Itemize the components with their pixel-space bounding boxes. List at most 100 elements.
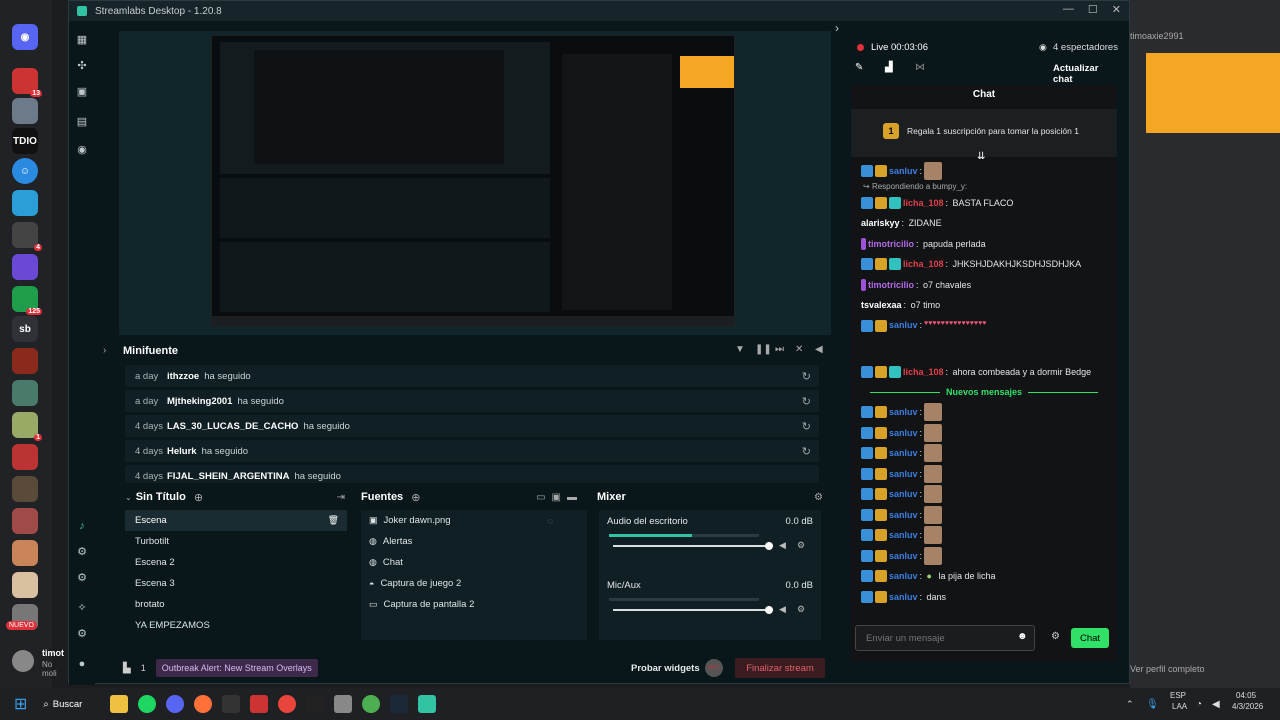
chat-message[interactable]: sanluv:: [851, 402, 1117, 423]
skip-icon[interactable]: ⏭: [775, 344, 784, 355]
chat-message[interactable]: timotricilio: papuda perlada: [851, 234, 1117, 255]
replay-icon[interactable]: ↻: [802, 395, 811, 408]
chat-input[interactable]: [855, 625, 1035, 651]
app-icon[interactable]: [249, 695, 268, 713]
tools-icon[interactable]: ⚙: [75, 545, 89, 559]
clock-time[interactable]: 04:05: [1236, 691, 1256, 700]
chat-message[interactable]: tsvalexaa: o7 timo: [851, 295, 1117, 316]
file-explorer-icon[interactable]: [109, 695, 128, 713]
chrome-icon[interactable]: [277, 695, 296, 713]
expand-chevron-icon[interactable]: ›: [103, 345, 106, 356]
chat-settings-icon[interactable]: ⚙: [1051, 631, 1060, 642]
settings-taskbar-icon[interactable]: [333, 695, 352, 713]
chat-message[interactable]: sanluv:: [851, 525, 1117, 546]
discord-taskbar-icon[interactable]: [165, 695, 184, 713]
emoji-icon[interactable]: ☻: [1017, 631, 1028, 642]
test-widgets-button[interactable]: Probar widgets: [631, 663, 700, 674]
chat-user[interactable]: licha_108: [903, 367, 944, 377]
refresh-chat-button[interactable]: Actualizar chat: [1053, 63, 1119, 85]
close-button[interactable]: ✕: [1112, 3, 1121, 16]
scene-item[interactable]: Escena 2: [125, 552, 347, 573]
volume-slider[interactable]: [613, 606, 773, 614]
profile-icon[interactable]: ●: [75, 657, 89, 671]
server-icon-6[interactable]: [12, 254, 38, 280]
chat-user[interactable]: sanluv: [889, 489, 918, 499]
server-icon-sb[interactable]: sb: [12, 316, 38, 342]
chat-message[interactable]: sanluv:: [851, 546, 1117, 567]
server-icon-13[interactable]: [12, 508, 38, 534]
pinned-message[interactable]: 1 Regala 1 suscripción para tomar la pos…: [851, 109, 1117, 162]
language[interactable]: ESP: [1170, 691, 1186, 700]
spotify-icon[interactable]: [137, 695, 156, 713]
epic-games-icon[interactable]: [305, 695, 324, 713]
keyboard-layout[interactable]: LAA: [1172, 702, 1187, 711]
minimize-button[interactable]: —: [1063, 3, 1074, 16]
maximize-button[interactable]: ☐: [1088, 3, 1098, 16]
chat-message[interactable]: sanluv: ● la pija de licha: [851, 566, 1117, 587]
mail-icon[interactable]: [221, 695, 240, 713]
add-scene-icon[interactable]: ⊕: [194, 491, 203, 504]
chat-user[interactable]: sanluv: [889, 320, 918, 330]
source-item[interactable]: ▭ Captura de pantalla 2: [361, 594, 587, 615]
chat-user[interactable]: timotricilio: [868, 280, 914, 290]
replay-icon[interactable]: ↻: [802, 445, 811, 458]
server-icon-12[interactable]: [12, 476, 38, 502]
scene-transition-icon[interactable]: ⇥: [337, 492, 345, 503]
filter-icon[interactable]: ▼: [735, 344, 745, 355]
chat-user[interactable]: sanluv: [889, 166, 918, 176]
chat-message[interactable]: licha_108: ahora combeada y a dormir Bed…: [851, 362, 1117, 383]
editor-icon[interactable]: ▦: [75, 33, 89, 47]
scene-item[interactable]: YA EMPEZAMOS: [125, 615, 347, 636]
chat-user[interactable]: licha_108: [903, 198, 944, 208]
streamlabs-taskbar-icon[interactable]: [417, 695, 436, 713]
performance-icon[interactable]: ▙: [123, 663, 131, 674]
replay-icon[interactable]: ↻: [802, 420, 811, 433]
event-row[interactable]: 4 days LAS_30_LUCAS_DE_CACHO ha seguido ↻: [125, 415, 819, 437]
chat-user[interactable]: sanluv: [889, 448, 918, 458]
send-chat-button[interactable]: Chat: [1071, 628, 1109, 648]
volume-slider[interactable]: [613, 542, 773, 550]
server-icon-1[interactable]: 13: [12, 68, 42, 97]
profile-link[interactable]: Ver perfil completo: [1130, 664, 1205, 674]
moderation-icon[interactable]: ▟: [885, 62, 893, 73]
server-icon-10[interactable]: 1: [12, 412, 42, 441]
taskbar-search[interactable]: Buscar: [53, 699, 105, 710]
chat-message[interactable]: sanluv:: [851, 505, 1117, 526]
scene-item[interactable]: Escena 🗑: [125, 510, 347, 531]
server-icon-3[interactable]: ☺: [12, 158, 38, 184]
event-row[interactable]: 4 days FIJAL_SHEIN_ARGENTINA ha seguido: [125, 465, 819, 483]
server-icon-4[interactable]: [12, 190, 38, 216]
chat-message[interactable]: timotricilio: o7 chavales: [851, 275, 1117, 296]
server-icon-15[interactable]: [12, 572, 38, 598]
chat-user[interactable]: tsvalexaa: [861, 300, 902, 310]
themes-icon[interactable]: ✣: [75, 59, 89, 73]
channel-settings-icon[interactable]: ⚙: [797, 604, 805, 615]
mic-tray-icon[interactable]: 🎙: [1146, 699, 1159, 710]
chat-user[interactable]: alariskyy: [861, 218, 900, 228]
record-icon[interactable]: ◉: [75, 143, 89, 157]
mixer-settings-icon[interactable]: ⚙: [814, 492, 823, 503]
discord-icon[interactable]: ◉: [12, 24, 38, 50]
chat-message[interactable]: sanluv: ♥♥♥♥♥♥♥♥♥♥♥♥♥♥♥: [851, 316, 1117, 362]
user-avatar[interactable]: [12, 650, 34, 672]
studio-mode-icon[interactable]: ✧: [75, 601, 89, 615]
steam-icon[interactable]: [389, 695, 408, 713]
edit-icon[interactable]: ✎: [855, 62, 863, 73]
chat-user[interactable]: sanluv: [889, 551, 918, 561]
end-stream-button[interactable]: Finalizar stream: [735, 658, 825, 678]
firefox-icon[interactable]: [193, 695, 212, 713]
server-icon-8[interactable]: [12, 348, 38, 374]
event-row[interactable]: a day ithzzoe ha seguido ↻: [125, 365, 819, 387]
source-tools-icon[interactable]: ▭▣▬: [536, 492, 583, 503]
source-item[interactable]: ◍ Chat: [361, 552, 587, 573]
alert-banner[interactable]: Outbreak Alert: New Stream Overlays: [155, 659, 318, 677]
channel-settings-icon[interactable]: ⚙: [797, 540, 805, 551]
search-icon[interactable]: ⌕: [43, 699, 48, 710]
chat-message[interactable]: sanluv: dans: [851, 587, 1117, 608]
event-row[interactable]: a day Mjtheking2001 ha seguido ↻: [125, 390, 819, 412]
speaker-icon[interactable]: ◀: [779, 604, 786, 615]
tray-chevron-icon[interactable]: ⌃: [1126, 699, 1134, 710]
chat-message[interactable]: sanluv:: [851, 423, 1117, 444]
tiktok-icon[interactable]: ♪: [75, 519, 89, 533]
chat-user[interactable]: sanluv: [889, 428, 918, 438]
